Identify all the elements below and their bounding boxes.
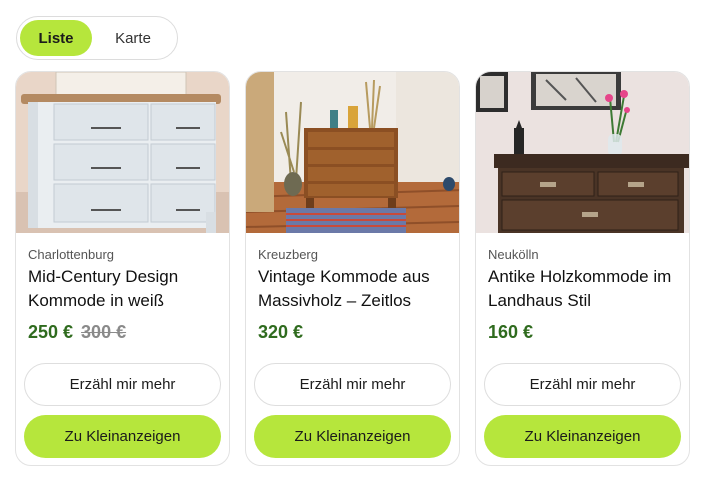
listing-title[interactable]: Vintage Kommode aus Massivholz – Zeitlos xyxy=(258,265,453,313)
listing-prices: 160 € xyxy=(488,322,533,343)
listing-prices: 250 € 300 € xyxy=(28,322,126,343)
toggle-map[interactable]: Karte xyxy=(92,20,174,56)
listing-title[interactable]: Antike Holzkommode im Landhaus Stil xyxy=(488,265,683,313)
listing-price: 160 € xyxy=(488,322,534,342)
tell-me-more-button[interactable]: Erzähl mir mehr xyxy=(254,363,451,406)
go-to-classifieds-button[interactable]: Zu Kleinanzeigen xyxy=(254,415,451,458)
listing-district: Charlottenburg xyxy=(28,247,114,262)
wooden-chest-of-drawers-photo[interactable] xyxy=(246,72,459,233)
listing-district: Neukölln xyxy=(488,247,539,262)
antique-dresser-photo[interactable] xyxy=(476,72,689,233)
listing-prices: 320 € xyxy=(258,322,303,343)
go-to-classifieds-button[interactable]: Zu Kleinanzeigen xyxy=(484,415,681,458)
white-dresser-photo[interactable] xyxy=(16,72,229,233)
listing-title[interactable]: Mid-Century Design Kommode in weiß xyxy=(28,265,223,313)
view-toggle: Liste Karte xyxy=(16,16,178,60)
listing-card[interactable]: Charlottenburg Mid-Century Design Kommod… xyxy=(15,71,230,466)
listing-old-price: 300 € xyxy=(81,322,127,342)
listing-price: 250 € xyxy=(28,322,74,342)
listing-district: Kreuzberg xyxy=(258,247,318,262)
tell-me-more-button[interactable]: Erzähl mir mehr xyxy=(484,363,681,406)
listing-cards: Charlottenburg Mid-Century Design Kommod… xyxy=(15,71,690,466)
go-to-classifieds-button[interactable]: Zu Kleinanzeigen xyxy=(24,415,221,458)
listing-card[interactable]: Kreuzberg Vintage Kommode aus Massivholz… xyxy=(245,71,460,466)
listing-price: 320 € xyxy=(258,322,304,342)
tell-me-more-button[interactable]: Erzähl mir mehr xyxy=(24,363,221,406)
toggle-list[interactable]: Liste xyxy=(20,20,92,56)
listing-card[interactable]: Neukölln Antike Holzkommode im Landhaus … xyxy=(475,71,690,466)
